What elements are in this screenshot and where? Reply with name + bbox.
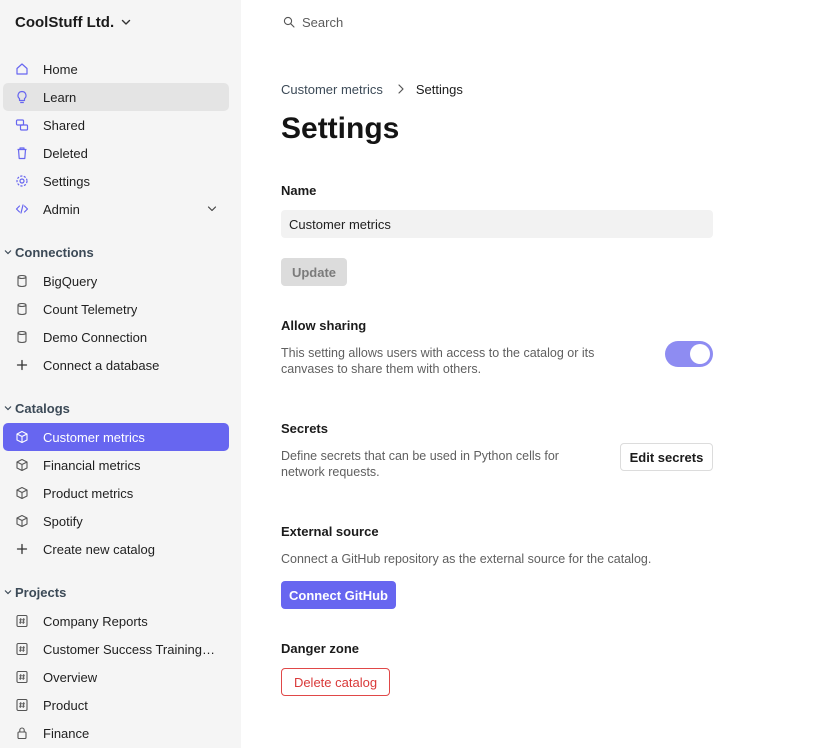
section-connections[interactable]: Connections [0,243,94,261]
sidebar-item-label: Learn [43,89,77,105]
sidebar-item-learn[interactable]: Learn [3,83,229,111]
section-label: Catalogs [15,400,70,416]
sidebar-item-label: Count Telemetry [43,301,138,317]
catalog-name-input[interactable] [281,210,713,238]
database-icon [15,274,29,288]
chevron-down-icon [0,404,15,412]
connect-database-button[interactable]: Connect a database [3,351,229,379]
hash-file-icon [15,642,29,656]
external-source-description: Connect a GitHub repository as the exter… [281,552,652,566]
sidebar-item-label: Home [43,61,78,77]
sidebar-item-project[interactable]: Product [3,691,229,719]
chevron-down-icon [121,19,131,25]
org-switcher[interactable]: CoolStuff Ltd. [15,12,132,32]
home-icon [15,62,29,76]
sidebar-item-connection[interactable]: Demo Connection [3,323,229,351]
sidebar: CoolStuff Ltd. Home Learn Shared Deleted… [0,0,241,748]
sidebar-item-catalog[interactable]: Financial metrics [3,451,229,479]
trash-icon [15,146,29,160]
breadcrumb-parent-link[interactable]: Customer metrics [281,82,383,97]
hash-file-icon [15,614,29,628]
section-label: Connections [15,244,94,260]
sidebar-item-label: BigQuery [43,273,98,289]
cube-icon [15,430,29,444]
sidebar-item-connection[interactable]: Count Telemetry [3,295,229,323]
plus-icon [15,542,29,556]
org-name: CoolStuff Ltd. [15,13,115,31]
sidebar-item-settings[interactable]: Settings [3,167,229,195]
search-icon [283,16,295,28]
sidebar-item-project[interactable]: Customer Success Training ... [3,635,229,663]
sidebar-item-label: Demo Connection [43,329,148,345]
sidebar-item-project[interactable]: Finance [3,719,229,747]
breadcrumb-current: Settings [415,81,463,97]
section-projects[interactable]: Projects [0,583,66,601]
sidebar-item-label: Customer metrics [43,429,145,445]
sidebar-item-label: Settings [43,173,90,189]
sidebar-item-label: Finance [43,725,90,741]
breadcrumb: Customer metrics Settings [281,80,463,98]
cube-icon [15,486,29,500]
chevron-right-icon [398,84,404,94]
sidebar-item-catalog[interactable]: Spotify [3,507,229,535]
danger-zone-label: Danger zone [281,641,360,656]
sidebar-item-label: Overview [43,669,98,685]
database-icon [15,330,29,344]
sidebar-item-label: Spotify [43,513,83,529]
plus-icon [15,358,29,372]
sidebar-item-label: Deleted [43,145,88,161]
sidebar-item-label: Product metrics [43,485,134,501]
section-catalogs[interactable]: Catalogs [0,399,70,417]
toggle-knob [690,344,710,364]
allow-sharing-toggle[interactable] [665,341,713,367]
sidebar-item-deleted[interactable]: Deleted [3,139,229,167]
search-bar[interactable]: Search [283,13,343,31]
delete-catalog-button[interactable]: Delete catalog [281,668,390,696]
sidebar-item-admin[interactable]: Admin [3,195,229,223]
hash-file-icon [15,698,29,712]
sidebar-item-label: Financial metrics [43,457,141,473]
sidebar-item-project[interactable]: Overview [3,663,229,691]
sidebar-item-shared[interactable]: Shared [3,111,229,139]
sidebar-item-label: Shared [43,117,85,133]
sidebar-item-label: Create new catalog [43,541,156,557]
cube-icon [15,514,29,528]
name-label: Name [281,183,317,198]
lock-icon [15,726,29,740]
database-icon [15,302,29,316]
sidebar-item-label: Product [43,697,88,713]
sidebar-item-home[interactable]: Home [3,55,229,83]
allow-sharing-label: Allow sharing [281,318,367,333]
page-title: Settings [281,112,400,145]
shared-icon [15,118,29,132]
connect-github-button[interactable]: Connect GitHub [281,581,396,609]
chevron-down-icon [0,588,15,596]
sidebar-item-label: Customer Success Training ... [43,641,215,657]
sidebar-item-label: Connect a database [43,357,160,373]
sidebar-item-label: Admin [43,201,80,217]
create-catalog-button[interactable]: Create new catalog [3,535,229,563]
cube-icon [15,458,29,472]
code-icon [15,202,29,216]
hash-file-icon [15,670,29,684]
allow-sharing-description: This setting allows users with access to… [281,346,595,376]
sidebar-item-catalog[interactable]: Product metrics [3,479,229,507]
update-button[interactable]: Update [281,258,347,286]
section-label: Projects [15,584,67,600]
sidebar-item-catalog[interactable]: Customer metrics [3,423,229,451]
sidebar-item-project[interactable]: Company Reports [3,607,229,635]
chevron-down-icon [0,248,15,256]
external-source-label: External source [281,524,379,539]
lightbulb-icon [15,90,29,104]
edit-secrets-button[interactable]: Edit secrets [620,443,713,471]
sidebar-item-label: Company Reports [43,613,148,629]
secrets-label: Secrets [281,421,328,436]
chevron-down-icon[interactable] [207,204,217,214]
sidebar-item-connection[interactable]: BigQuery [3,267,229,295]
gear-icon [15,174,29,188]
search-placeholder: Search [302,14,344,30]
secrets-description: Define secrets that can be used in Pytho… [281,449,559,479]
